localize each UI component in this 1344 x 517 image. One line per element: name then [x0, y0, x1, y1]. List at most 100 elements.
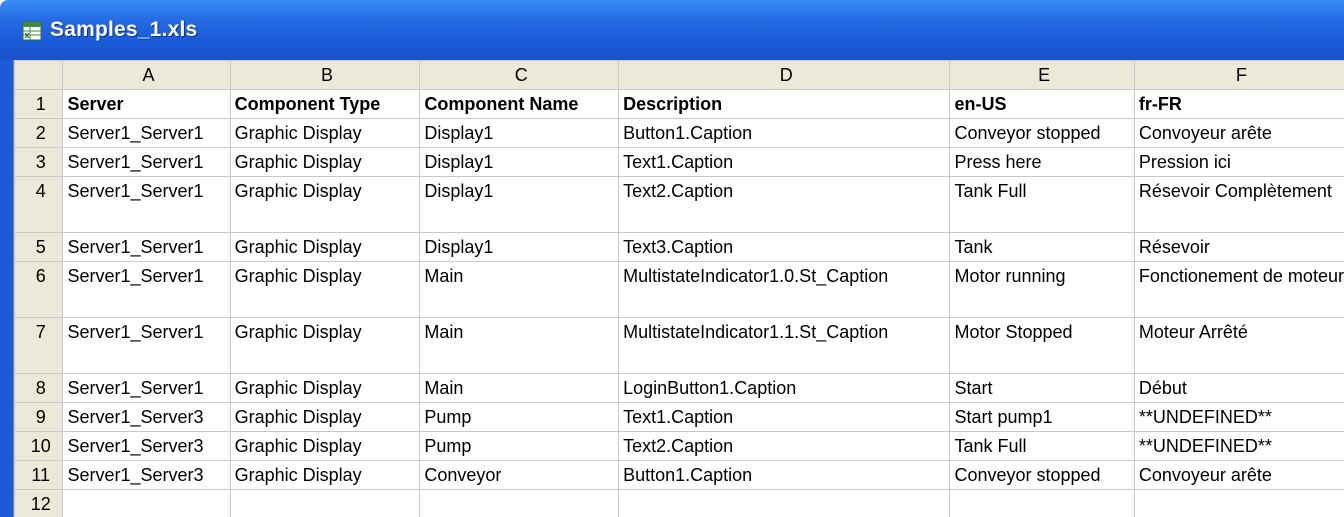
cell[interactable]: Graphic Display — [229, 317, 421, 374]
cell[interactable]: Début — [1133, 373, 1344, 403]
cell[interactable]: Start pump1 — [949, 402, 1135, 432]
cell[interactable] — [1133, 489, 1344, 517]
cell[interactable]: MultistateIndicator1.0.St_Caption — [618, 261, 951, 318]
row-header[interactable]: 6 — [13, 261, 64, 318]
cell[interactable]: Conveyor stopped — [949, 460, 1135, 490]
cell[interactable]: Start — [949, 373, 1135, 403]
row-header[interactable]: 5 — [13, 232, 64, 262]
row-header[interactable]: 11 — [13, 460, 64, 490]
cell[interactable]: Motor Stopped — [949, 317, 1135, 374]
cell[interactable]: Server1_Server1 — [62, 317, 231, 374]
row-header[interactable]: 7 — [13, 317, 64, 374]
cell[interactable]: Résevoir — [1133, 232, 1344, 262]
column-header-f[interactable]: F — [1133, 60, 1344, 90]
cell[interactable]: Main — [419, 373, 620, 403]
cell[interactable]: Graphic Display — [229, 460, 421, 490]
cell[interactable]: Display1 — [419, 147, 620, 177]
table-row: 7 Server1_Server1 Graphic Display Main M… — [13, 317, 1344, 374]
window-title: Samples_1.xls — [50, 18, 198, 41]
cell[interactable]: Pump — [419, 431, 620, 461]
cell[interactable]: Pression ici — [1133, 147, 1344, 177]
cell[interactable] — [62, 489, 231, 517]
row-header[interactable]: 1 — [13, 89, 64, 119]
cell[interactable]: Server1_Server1 — [62, 261, 231, 318]
cell[interactable]: Main — [419, 317, 620, 374]
table-row: 2 Server1_Server1 Graphic Display Displa… — [13, 118, 1344, 148]
row-header[interactable]: 2 — [13, 118, 64, 148]
cell[interactable]: Main — [419, 261, 620, 318]
cell[interactable]: Press here — [949, 147, 1135, 177]
cell[interactable]: Tank Full — [949, 431, 1135, 461]
cell[interactable]: Conveyor stopped — [949, 118, 1135, 148]
cell[interactable]: Moteur Arrêté — [1133, 317, 1344, 374]
cell[interactable]: LoginButton1.Caption — [618, 373, 951, 403]
cell[interactable]: Button1.Caption — [618, 460, 951, 490]
cell[interactable]: Server1_Server1 — [62, 373, 231, 403]
cell[interactable]: Component Type — [229, 89, 421, 119]
cell[interactable]: Text1.Caption — [618, 147, 951, 177]
cell[interactable]: Convoyeur arête — [1133, 460, 1344, 490]
cell[interactable]: Graphic Display — [229, 431, 421, 461]
cell[interactable]: Server1_Server1 — [62, 176, 231, 233]
cell[interactable]: Description — [618, 89, 951, 119]
cell[interactable]: en-US — [949, 89, 1135, 119]
select-all-corner[interactable] — [13, 60, 64, 90]
table-row: 10 Server1_Server3 Graphic Display Pump … — [13, 431, 1344, 461]
column-header-b[interactable]: B — [229, 60, 421, 90]
cell[interactable]: Text3.Caption — [618, 232, 951, 262]
row-header[interactable]: 4 — [13, 176, 64, 233]
cell[interactable]: Convoyeur arête — [1133, 118, 1344, 148]
cell[interactable]: Server — [62, 89, 231, 119]
cell[interactable]: Display1 — [419, 232, 620, 262]
table-row: 4 Server1_Server1 Graphic Display Displa… — [13, 176, 1344, 233]
cell[interactable]: **UNDEFINED** — [1133, 402, 1344, 432]
cell[interactable]: fr-FR — [1133, 89, 1344, 119]
row-header[interactable]: 12 — [13, 489, 64, 517]
cell[interactable]: Tank Full — [949, 176, 1135, 233]
row-header[interactable]: 3 — [13, 147, 64, 177]
cell[interactable]: Server1_Server3 — [62, 431, 231, 461]
cell[interactable]: Text2.Caption — [618, 431, 951, 461]
cell[interactable]: Graphic Display — [229, 176, 421, 233]
cell[interactable]: Graphic Display — [229, 261, 421, 318]
cell[interactable]: Server1_Server1 — [62, 118, 231, 148]
cell[interactable]: Graphic Display — [229, 402, 421, 432]
cell[interactable]: Display1 — [419, 118, 620, 148]
cell[interactable]: Pump — [419, 402, 620, 432]
cell[interactable]: Server1_Server1 — [62, 147, 231, 177]
row-header[interactable]: 8 — [13, 373, 64, 403]
row-header[interactable]: 9 — [13, 402, 64, 432]
cell[interactable]: Component Name — [419, 89, 620, 119]
cell[interactable]: Server1_Server3 — [62, 402, 231, 432]
cell[interactable] — [419, 489, 620, 517]
cell[interactable]: Display1 — [419, 176, 620, 233]
column-header-c[interactable]: C — [419, 60, 620, 90]
title-bar[interactable]: x Samples_1.xls — [0, 0, 1344, 60]
cell[interactable]: Graphic Display — [229, 373, 421, 403]
cell[interactable]: **UNDEFINED** — [1133, 431, 1344, 461]
window-border — [0, 60, 13, 517]
cell[interactable]: Motor running — [949, 261, 1135, 318]
cell[interactable] — [229, 489, 421, 517]
cell[interactable]: Conveyor — [419, 460, 620, 490]
cell[interactable] — [949, 489, 1135, 517]
cell[interactable]: Tank — [949, 232, 1135, 262]
cell[interactable]: MultistateIndicator1.1.St_Caption — [618, 317, 951, 374]
cell[interactable]: Text1.Caption — [618, 402, 951, 432]
column-header-a[interactable]: A — [62, 60, 231, 90]
cell[interactable]: Résevoir Complètement — [1133, 176, 1344, 233]
cell[interactable]: Fonctionement de moteur — [1133, 261, 1344, 318]
cell[interactable]: Graphic Display — [229, 232, 421, 262]
cell[interactable]: Graphic Display — [229, 147, 421, 177]
table-row: 5 Server1_Server1 Graphic Display Displa… — [13, 232, 1344, 262]
cell[interactable]: Button1.Caption — [618, 118, 951, 148]
cell[interactable] — [618, 489, 951, 517]
cell[interactable]: Server1_Server1 — [62, 232, 231, 262]
column-header-e[interactable]: E — [949, 60, 1135, 90]
column-header-d[interactable]: D — [618, 60, 951, 90]
row-header[interactable]: 10 — [13, 431, 64, 461]
table-row: 6 Server1_Server1 Graphic Display Main M… — [13, 261, 1344, 318]
cell[interactable]: Text2.Caption — [618, 176, 951, 233]
cell[interactable]: Server1_Server3 — [62, 460, 231, 490]
cell[interactable]: Graphic Display — [229, 118, 421, 148]
